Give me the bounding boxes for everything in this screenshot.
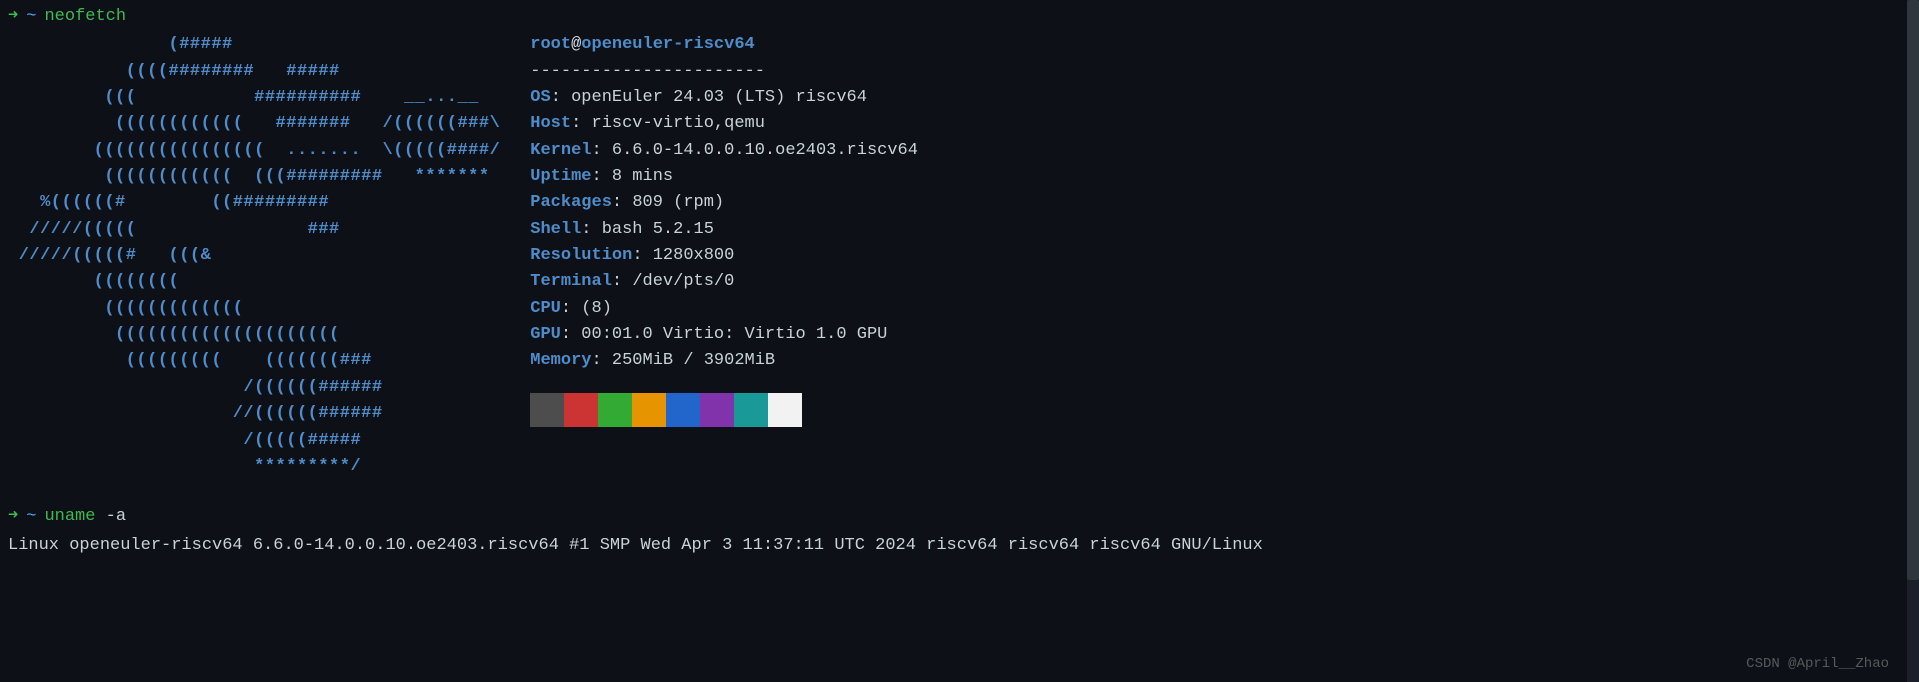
value-memory: 250MiB / 3902MiB	[612, 351, 775, 370]
info-packages: Packages: 809 (rpm)	[530, 190, 918, 216]
at-sign: @	[571, 35, 581, 54]
hostname: openeuler-riscv64	[581, 35, 754, 54]
ascii-logo: (##### ((((######## ##### ((( ##########…	[8, 32, 500, 480]
color-block-6	[734, 393, 768, 427]
color-block-2	[598, 393, 632, 427]
scrollbar-thumb[interactable]	[1907, 0, 1919, 580]
separator-line: -----------------------	[530, 59, 918, 85]
info-cpu: CPU: (8)	[530, 296, 918, 322]
color-palette	[530, 393, 918, 427]
value-os: openEuler 24.03 (LTS) riscv64	[571, 88, 867, 107]
user-at-host: root@openeuler-riscv64	[530, 32, 918, 58]
username: root	[530, 35, 571, 54]
label-host: Host	[530, 114, 571, 133]
command-uname: uname	[44, 504, 95, 530]
value-resolution: 1280x800	[653, 246, 735, 265]
color-block-0	[530, 393, 564, 427]
color-block-3	[632, 393, 666, 427]
command-arg: -a	[106, 504, 126, 530]
label-cpu: CPU	[530, 299, 561, 318]
info-memory: Memory: 250MiB / 3902MiB	[530, 348, 918, 374]
info-gpu: GPU: 00:01.0 Virtio: Virtio 1.0 GPU	[530, 322, 918, 348]
watermark: CSDN @April__Zhao	[1746, 654, 1889, 676]
prompt-line-uname: ➜ ~ uname -a	[8, 504, 1911, 530]
label-memory: Memory	[530, 351, 591, 370]
prompt-cwd: ~	[26, 504, 36, 530]
neofetch-output: (##### ((((######## ##### ((( ##########…	[8, 32, 1911, 480]
prompt-arrow-icon: ➜	[8, 4, 18, 30]
uname-output: Linux openeuler-riscv64 6.6.0-14.0.0.10.…	[8, 533, 1911, 559]
info-host: Host: riscv-virtio,qemu	[530, 111, 918, 137]
color-block-1	[564, 393, 598, 427]
label-uptime: Uptime	[530, 167, 591, 186]
value-cpu: (8)	[581, 299, 612, 318]
prompt-line-neofetch: ➜ ~ neofetch	[8, 4, 1911, 30]
value-terminal: /dev/pts/0	[632, 272, 734, 291]
label-packages: Packages	[530, 193, 612, 212]
color-block-4	[666, 393, 700, 427]
info-kernel: Kernel: 6.6.0-14.0.0.10.oe2403.riscv64	[530, 138, 918, 164]
label-gpu: GPU	[530, 325, 561, 344]
info-uptime: Uptime: 8 mins	[530, 164, 918, 190]
color-block-5	[700, 393, 734, 427]
color-block-7	[768, 393, 802, 427]
prompt-arrow-icon: ➜	[8, 504, 18, 530]
command-neofetch: neofetch	[44, 4, 126, 30]
system-info: root@openeuler-riscv64 -----------------…	[530, 32, 918, 480]
value-packages: 809 (rpm)	[632, 193, 724, 212]
label-shell: Shell	[530, 220, 581, 239]
label-terminal: Terminal	[530, 272, 612, 291]
label-resolution: Resolution	[530, 246, 632, 265]
prompt-cwd: ~	[26, 4, 36, 30]
info-os: OS: openEuler 24.03 (LTS) riscv64	[530, 85, 918, 111]
info-terminal: Terminal: /dev/pts/0	[530, 269, 918, 295]
value-kernel: 6.6.0-14.0.0.10.oe2403.riscv64	[612, 141, 918, 160]
label-kernel: Kernel	[530, 141, 591, 160]
value-uptime: 8 mins	[612, 167, 673, 186]
info-shell: Shell: bash 5.2.15	[530, 217, 918, 243]
value-gpu: 00:01.0 Virtio: Virtio 1.0 GPU	[581, 325, 887, 344]
value-shell: bash 5.2.15	[602, 220, 714, 239]
value-host: riscv-virtio,qemu	[592, 114, 765, 133]
info-resolution: Resolution: 1280x800	[530, 243, 918, 269]
label-os: OS	[530, 88, 550, 107]
scrollbar-track[interactable]	[1907, 0, 1919, 682]
